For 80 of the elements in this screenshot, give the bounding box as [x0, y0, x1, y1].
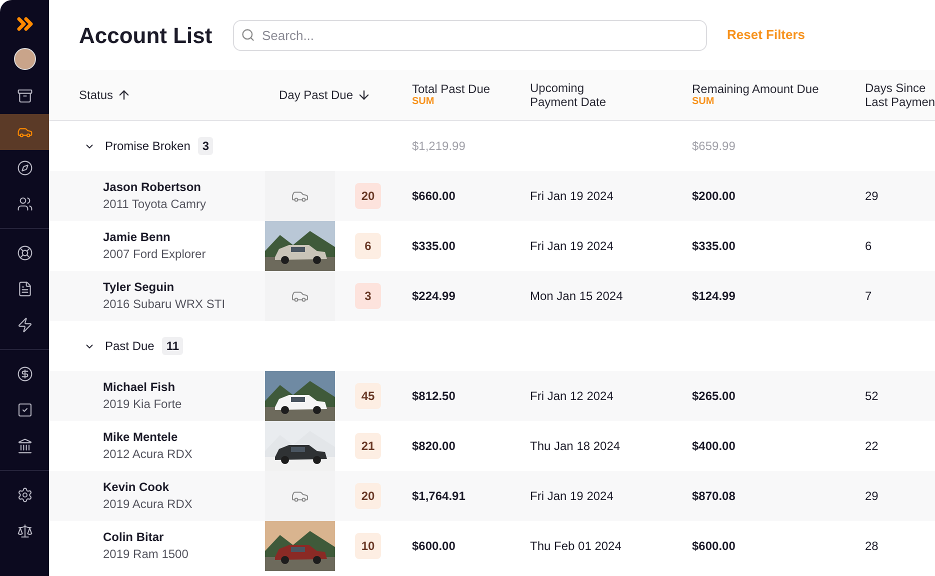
total-past-due: $660.00 — [412, 188, 456, 205]
group-label: Promise Broken — [105, 138, 190, 155]
customer-name: Mike Mentele — [103, 429, 179, 446]
scale-icon — [16, 523, 32, 539]
customer-name: Kevin Cook — [103, 479, 170, 496]
vehicle-model: 2019 Ram 1500 — [103, 546, 190, 563]
days-badge: 3 — [355, 283, 381, 309]
payment-date: Thu Feb 01 2024 — [530, 538, 622, 555]
days-since-payment: 7 — [865, 288, 873, 305]
column-header[interactable]: Total Past Due — [412, 82, 490, 96]
compass-icon — [16, 160, 32, 176]
days-since-payment: 29 — [865, 488, 880, 505]
search-field[interactable]: Search... — [233, 20, 707, 50]
total-past-due: $224.99 — [412, 288, 456, 305]
group-label: Past Due — [105, 338, 154, 355]
customer-name: Michael Fish — [103, 379, 176, 396]
days-since-payment: 22 — [865, 438, 880, 455]
total-past-due: $1,764.91 — [412, 488, 466, 505]
days-since-payment: 6 — [865, 238, 873, 255]
vehicle-model: 2019 Acura RDX — [103, 496, 194, 513]
column-header[interactable]: Upcoming Payment Date — [530, 81, 606, 109]
count-badge: 11 — [162, 337, 184, 355]
group-sum: $1,219.99 — [412, 139, 466, 153]
dollar-icon — [16, 366, 32, 382]
sum-label: SUM — [412, 96, 436, 108]
remaining-amount: $600.00 — [692, 538, 736, 555]
payment-date: Fri Jan 19 2024 — [530, 488, 614, 505]
remaining-amount: $335.00 — [692, 238, 736, 255]
customer-name: Jamie Benn — [103, 229, 172, 246]
search-icon — [241, 28, 255, 42]
column-header[interactable]: Days Since Last Paymen — [865, 81, 935, 109]
page-title: Account List — [79, 22, 213, 50]
bank-icon — [16, 438, 32, 454]
payment-date: Fri Jan 12 2024 — [530, 388, 614, 405]
vehicle-model: 2011 Toyota Camry — [103, 196, 207, 213]
remaining-amount: $200.00 — [692, 188, 736, 205]
remaining-amount: $400.00 — [692, 438, 736, 455]
days-badge: 20 — [355, 183, 381, 209]
column-header[interactable]: Day Past Due — [279, 88, 354, 102]
stack-icon — [16, 88, 32, 104]
remaining-amount: $124.99 — [692, 288, 736, 305]
days-badge: 20 — [355, 483, 381, 509]
count-badge: 3 — [198, 137, 214, 155]
total-past-due: $820.00 — [412, 438, 456, 455]
payment-date: Fri Jan 19 2024 — [530, 188, 614, 205]
lightning-icon — [16, 317, 32, 333]
vehicle-model: 2016 Subaru WRX STI — [103, 296, 226, 313]
vehicle-model: 2019 Kia Forte — [103, 396, 183, 413]
days-since-payment: 52 — [865, 388, 880, 405]
days-since-payment: 29 — [865, 188, 880, 205]
settings-icon — [16, 487, 32, 503]
checkbox-icon — [16, 402, 32, 418]
lifebuoy-icon — [16, 245, 32, 261]
payment-date: Thu Jan 18 2024 — [530, 438, 622, 455]
column-header[interactable]: Remaining Amount Due — [692, 82, 819, 96]
days-badge: 21 — [355, 433, 381, 459]
document-icon — [16, 281, 32, 297]
vehicle-model: 2012 Acura RDX — [103, 446, 194, 463]
payment-date: Fri Jan 19 2024 — [530, 238, 614, 255]
avatar[interactable] — [14, 48, 36, 70]
customer-name: Tyler Seguin — [103, 279, 176, 296]
remaining-amount: $265.00 — [692, 388, 736, 405]
arrow-up-icon[interactable] — [117, 88, 132, 102]
payment-date: Mon Jan 15 2024 — [530, 288, 624, 305]
customer-name: Jason Robertson — [103, 179, 202, 196]
vehicle-model: 2007 Ford Explorer — [103, 246, 207, 263]
days-since-payment: 28 — [865, 538, 880, 555]
users-icon — [16, 196, 32, 212]
days-badge: 45 — [355, 383, 381, 409]
days-badge: 6 — [355, 233, 381, 259]
remaining-amount: $870.08 — [692, 488, 736, 505]
column-header[interactable]: Status — [79, 88, 114, 102]
sum-label: SUM — [692, 96, 716, 108]
total-past-due: $335.00 — [412, 238, 456, 255]
group-sum: $659.99 — [692, 139, 736, 153]
total-past-due: $600.00 — [412, 538, 456, 555]
days-badge: 10 — [355, 533, 381, 559]
arrow-down-icon[interactable] — [357, 88, 372, 102]
total-past-due: $812.50 — [412, 388, 456, 405]
customer-name: Colin Bitar — [103, 529, 165, 546]
